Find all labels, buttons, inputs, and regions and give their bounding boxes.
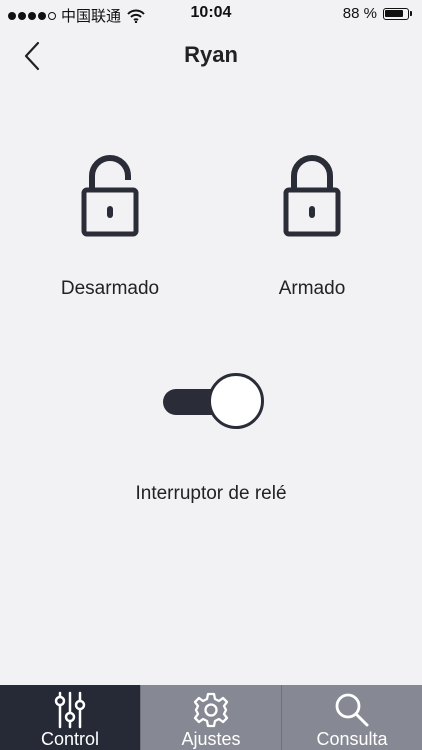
relay-switch-label: Interruptor de relé bbox=[135, 483, 287, 504]
tab-consulta-label: Consulta bbox=[316, 729, 388, 749]
search-icon bbox=[335, 693, 369, 727]
arm-option[interactable]: Armado bbox=[212, 150, 412, 300]
relay-switch-knob[interactable] bbox=[208, 373, 264, 429]
tab-ajustes[interactable]: Ajustes bbox=[140, 685, 281, 750]
arm-label: Armado bbox=[278, 278, 346, 299]
disarm-label: Desarmado bbox=[60, 278, 160, 299]
tab-control-label: Control bbox=[40, 729, 100, 749]
tab-ajustes-label: Ajustes bbox=[181, 729, 241, 749]
status-right: 88 % bbox=[343, 5, 412, 22]
page-title: Ryan bbox=[184, 42, 238, 67]
locked-padlock-icon bbox=[283, 155, 341, 237]
tab-bar: Control Ajustes Consulta bbox=[0, 685, 422, 750]
battery-percent: 88 % bbox=[342, 5, 377, 22]
sliders-icon bbox=[54, 691, 86, 729]
status-bar: 中国联通 10:04 88 % bbox=[0, 0, 422, 28]
battery-fill bbox=[385, 9, 403, 17]
relay-switch[interactable] bbox=[163, 372, 264, 430]
tab-consulta[interactable]: Consulta bbox=[281, 685, 422, 750]
unlocked-padlock-icon bbox=[81, 155, 139, 237]
battery-tip bbox=[410, 11, 412, 16]
gear-icon bbox=[193, 692, 229, 728]
tab-control[interactable]: Control bbox=[0, 685, 140, 750]
disarm-option[interactable]: Desarmado bbox=[10, 150, 210, 300]
battery-icon bbox=[383, 7, 409, 20]
